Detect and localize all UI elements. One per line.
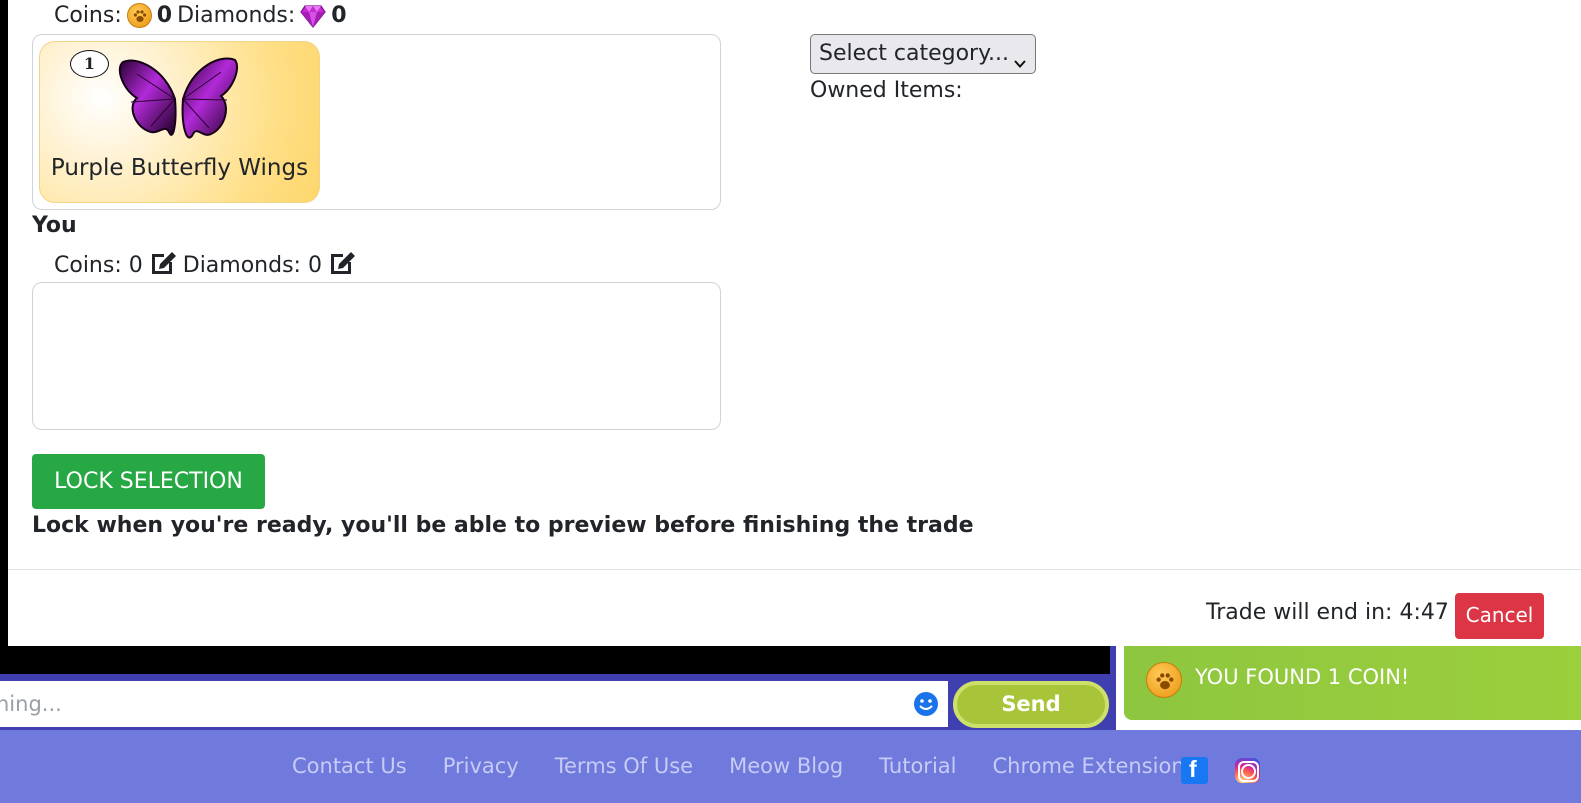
category-select-value: Select category... [819, 41, 1009, 66]
instagram-icon[interactable] [1235, 758, 1260, 783]
your-diamonds-text: Diamonds: 0 [182, 252, 322, 278]
site-footer: Contact Us Privacy Terms Of Use Meow Blo… [0, 730, 1581, 803]
trade-modal: Coins: 0 Diamonds: 0 1 Purple Butterfly … [8, 0, 1581, 646]
edit-diamonds-icon[interactable] [328, 249, 356, 281]
footer-link-contact[interactable]: Contact Us [292, 754, 407, 778]
partner-diamonds-label: Diamonds: [177, 3, 296, 28]
lock-selection-button[interactable]: LOCK SELECTION [32, 454, 265, 509]
paw-coin-icon [1146, 662, 1182, 698]
partner-coins-label: Coins: [54, 3, 122, 28]
trade-timer: Trade will end in: 4:47 [1206, 600, 1449, 625]
footer-link-chrome-extension[interactable]: Chrome Extension [992, 754, 1184, 778]
item-name: Purple Butterfly Wings [50, 155, 309, 181]
footer-links: Contact Us Privacy Terms Of Use Meow Blo… [292, 754, 1185, 778]
diamond-icon [300, 4, 327, 28]
partner-coins-value: 0 [156, 3, 173, 28]
your-currency: Coins: 0 Diamonds: 0 [54, 249, 356, 281]
send-button[interactable]: Send [953, 681, 1109, 728]
facebook-icon[interactable]: f [1181, 756, 1208, 784]
coin-found-toast: YOU FOUND 1 COIN! [1124, 646, 1581, 720]
lock-hint-text: Lock when you're ready, you'll be able t… [32, 513, 974, 538]
purple-butterfly-wings-icon [117, 54, 241, 158]
owned-items-label: Owned Items: [810, 78, 963, 103]
partner-offer-box: 1 Purple Butterfly Wings [32, 34, 721, 210]
chat-input[interactable]: hing... [0, 681, 948, 727]
cancel-button[interactable]: Cancel [1455, 593, 1544, 639]
partner-diamonds-value: 0 [331, 3, 347, 28]
modal-footer-divider [8, 569, 1581, 570]
footer-link-blog[interactable]: Meow Blog [729, 754, 843, 778]
toast-text: YOU FOUND 1 COIN! [1195, 665, 1410, 689]
footer-link-terms[interactable]: Terms Of Use [555, 754, 693, 778]
you-heading: You [32, 213, 77, 238]
quantity-badge: 1 [70, 50, 109, 78]
edit-coins-icon[interactable] [149, 249, 177, 281]
offer-item-card[interactable]: 1 Purple Butterfly Wings [39, 41, 320, 203]
footer-link-privacy[interactable]: Privacy [443, 754, 519, 778]
footer-link-tutorial[interactable]: Tutorial [879, 754, 956, 778]
partner-currency: Coins: 0 Diamonds: 0 [54, 3, 347, 28]
chevron-down-icon [1013, 46, 1027, 84]
paw-coin-icon [126, 3, 152, 28]
chat-strip [0, 646, 1110, 674]
your-coins-text: Coins: 0 [54, 252, 143, 278]
category-select[interactable]: Select category... [810, 34, 1036, 74]
chat-input-placeholder: hing... [0, 692, 62, 716]
your-offer-box[interactable] [32, 282, 721, 430]
smiley-icon[interactable] [913, 691, 939, 721]
